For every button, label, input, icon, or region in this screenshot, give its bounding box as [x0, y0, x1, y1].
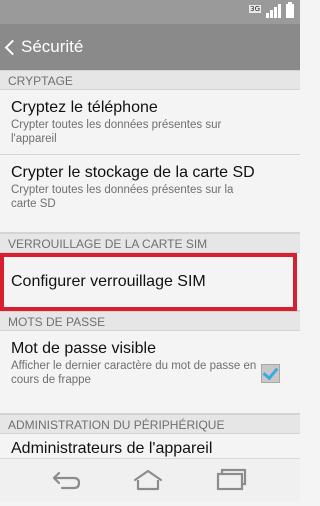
- item-subtitle: Crypter toutes les données présentes sur…: [11, 184, 234, 210]
- signal-strength-icon: [266, 4, 281, 18]
- item-title: Configurer verrouillage SIM: [11, 272, 206, 290]
- section-header-sim-lock: VERROUILLAGE DE LA CARTE SIM: [0, 233, 300, 253]
- encrypt-phone-item[interactable]: Cryptez le téléphone Crypter toutes les …: [0, 90, 300, 155]
- visible-password-checkbox[interactable]: [261, 363, 280, 383]
- section-header-device-admin: ADMINISTRATION DU PÉRIPHÉRIQUE: [0, 414, 300, 434]
- item-title: Mot de passe visible: [11, 340, 156, 357]
- nav-back-button[interactable]: [50, 459, 82, 501]
- home-icon: [133, 469, 163, 491]
- item-title: Administrateurs de l'appareil: [11, 440, 213, 457]
- network-type-icon: 3G: [249, 5, 261, 13]
- item-title: Cryptez le téléphone: [11, 99, 158, 116]
- item-subtitle: Afficher le dernier caractère du mot de …: [11, 360, 257, 386]
- back-arrow-icon: [52, 471, 81, 490]
- chevron-left-icon: [4, 39, 21, 55]
- checkmark-icon: [262, 363, 279, 381]
- item-title: Crypter le stockage de la carte SD: [11, 164, 255, 181]
- action-bar: Sécurité: [0, 24, 300, 70]
- settings-list: CRYPTAGE Cryptez le téléphone Crypter to…: [0, 70, 300, 466]
- back-button[interactable]: Sécurité: [0, 24, 83, 70]
- section-header-passwords: MOTS DE PASSE: [0, 311, 300, 331]
- visible-password-item[interactable]: Mot de passe visible Afficher le dernier…: [0, 331, 300, 414]
- status-icons: 3G: [249, 2, 294, 18]
- recent-apps-icon: [216, 468, 247, 491]
- nav-recent-apps-button[interactable]: [214, 459, 248, 501]
- status-bar: 3G: [0, 0, 300, 24]
- nav-home-button[interactable]: [131, 459, 165, 501]
- encrypt-sd-card-item[interactable]: Crypter le stockage de la carte SD Crypt…: [0, 155, 300, 233]
- section-header-encryption: CRYPTAGE: [0, 70, 300, 90]
- configure-sim-lock-item[interactable]: Configurer verrouillage SIM: [0, 253, 300, 311]
- page-title: Sécurité: [21, 37, 84, 56]
- navigation-bar: [0, 458, 300, 501]
- item-subtitle: Crypter toutes les données présentes sur…: [11, 119, 222, 145]
- battery-icon: [286, 2, 294, 18]
